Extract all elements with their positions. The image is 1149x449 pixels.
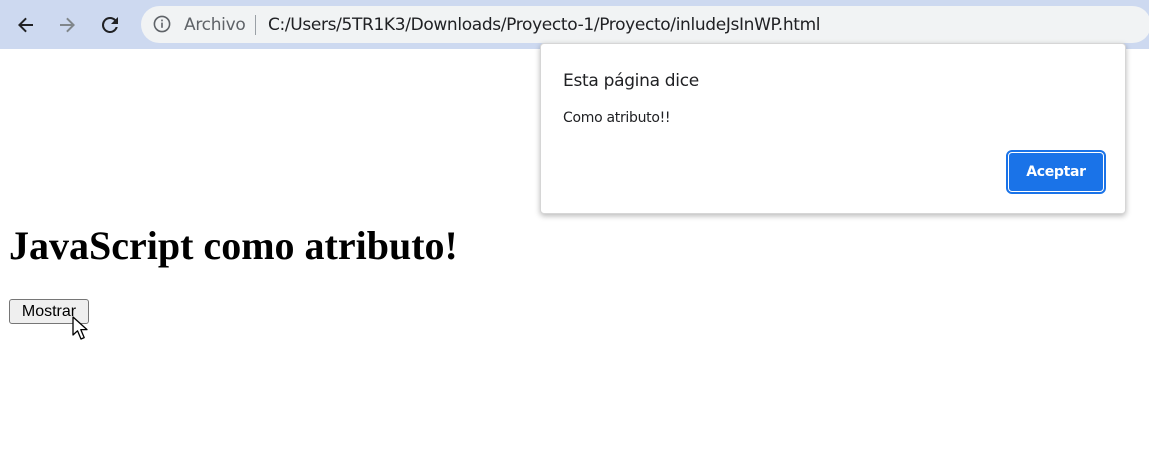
omnibox-divider [255,15,256,35]
info-icon[interactable] [153,15,171,33]
alert-dialog: Esta página dice Como atributo!! Aceptar [540,43,1126,214]
url-text[interactable]: C:/Users/5TR1K3/Downloads/Proyecto-1/Pro… [268,15,821,35]
dialog-title: Esta página dice [563,71,699,91]
forward-arrow-icon [60,17,75,33]
forward-button[interactable] [51,9,83,41]
browser-toolbar: Archivo C:/Users/5TR1K3/Downloads/Proyec… [0,0,1149,49]
back-arrow-icon [18,17,33,33]
security-label[interactable]: Archivo [184,15,246,35]
page-heading: JavaScript como atributo! [9,223,458,268]
reload-icon [101,16,118,33]
back-button[interactable] [10,9,42,41]
dialog-message: Como atributo!! [563,110,671,126]
show-button[interactable]: Mostrar [9,299,89,324]
reload-button[interactable] [94,9,126,41]
accept-button[interactable]: Aceptar [1006,150,1106,194]
address-bar[interactable]: Archivo C:/Users/5TR1K3/Downloads/Proyec… [141,6,1149,43]
